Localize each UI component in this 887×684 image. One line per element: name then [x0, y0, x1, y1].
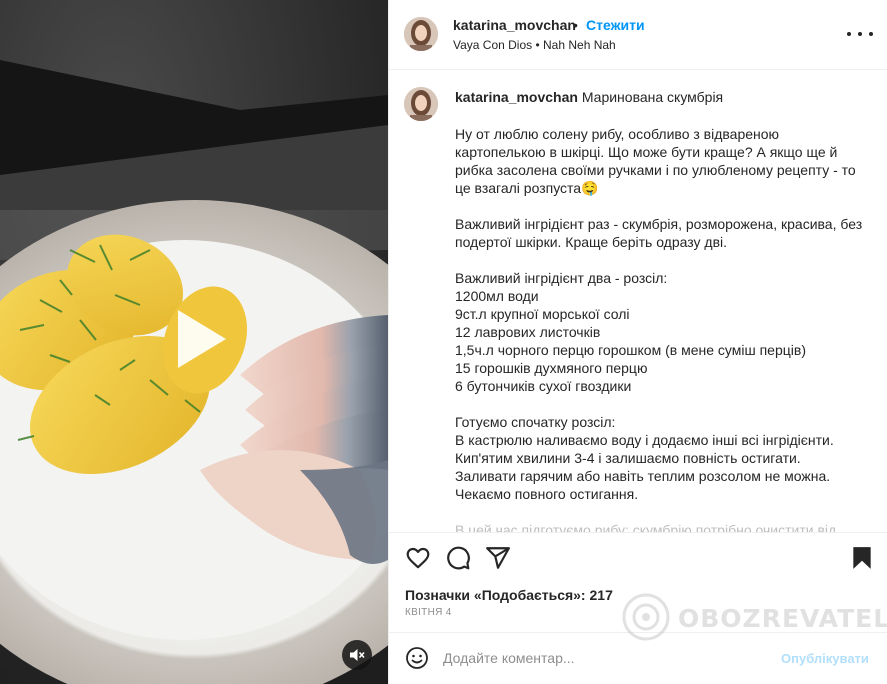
publish-button[interactable]: Опублікувати: [781, 651, 869, 666]
action-bar: [389, 532, 887, 582]
caption-title: Маринована скумбрія: [581, 89, 724, 105]
caption-paragraph: Важливий інгрідієнт раз - скумбрія, розм…: [455, 216, 863, 250]
caption-text: Ну от люблю солену рибу, особливо з відв…: [455, 125, 867, 532]
muted-speaker-icon: [350, 649, 365, 661]
play-icon: [178, 310, 226, 368]
comment-input[interactable]: [443, 647, 763, 669]
post-header: katarina_movchan • Стежити Vaya Con Dios…: [389, 0, 887, 70]
author-username[interactable]: katarina_movchan: [453, 17, 576, 33]
emoji-button[interactable]: [405, 646, 429, 670]
caption-paragraph: Готуємо спочатку розсіл: В кастрюлю нали…: [455, 414, 834, 502]
author-avatar[interactable]: [404, 17, 438, 51]
caption-paragraph-cut: В цей час підготуємо рибу: скумбрію потр…: [455, 522, 837, 532]
mute-toggle-button[interactable]: [342, 640, 372, 670]
more-options-button[interactable]: [847, 24, 873, 44]
post-side-panel: katarina_movchan • Стежити Vaya Con Dios…: [388, 0, 887, 684]
post-date[interactable]: КВІТНЯ 4: [405, 607, 452, 618]
audio-track-label[interactable]: Vaya Con Dios • Nah Neh Nah: [453, 38, 616, 52]
send-icon: [486, 547, 510, 569]
likes-number: 217: [589, 587, 613, 603]
comment-button[interactable]: [445, 545, 471, 571]
like-button[interactable]: [405, 545, 431, 571]
caption-paragraph: Ну от люблю солену рибу, особливо з відв…: [455, 126, 856, 196]
more-dots-icon: [847, 32, 851, 36]
likes-label: Позначки «Подобається»:: [405, 587, 586, 603]
heart-icon: [406, 547, 430, 569]
separator-dot: •: [573, 17, 578, 33]
instagram-post-view: katarina_movchan • Стежити Vaya Con Dios…: [0, 0, 887, 684]
caption-author-avatar[interactable]: [404, 87, 438, 121]
likes-count[interactable]: Позначки «Подобається»: 217: [405, 587, 613, 603]
caption-header: katarina_movchan Маринована скумбрія: [455, 89, 865, 105]
follow-button[interactable]: Стежити: [586, 17, 645, 33]
bookmark-icon: [853, 547, 871, 569]
smiley-icon: [406, 647, 428, 669]
comment-composer: Опублікувати: [389, 632, 887, 684]
play-button[interactable]: [168, 308, 230, 370]
avatar-image: [404, 87, 438, 121]
comment-icon: [447, 546, 470, 570]
post-video[interactable]: [0, 0, 388, 684]
caption-username[interactable]: katarina_movchan: [455, 89, 578, 105]
share-button[interactable]: [485, 545, 511, 571]
caption-area: katarina_movchan Маринована скумбрія Ну …: [389, 70, 887, 532]
save-button[interactable]: [849, 545, 875, 571]
caption-paragraph: Важливий інгрідієнт два - розсіл: 1200мл…: [455, 270, 806, 394]
avatar-image: [404, 17, 438, 51]
